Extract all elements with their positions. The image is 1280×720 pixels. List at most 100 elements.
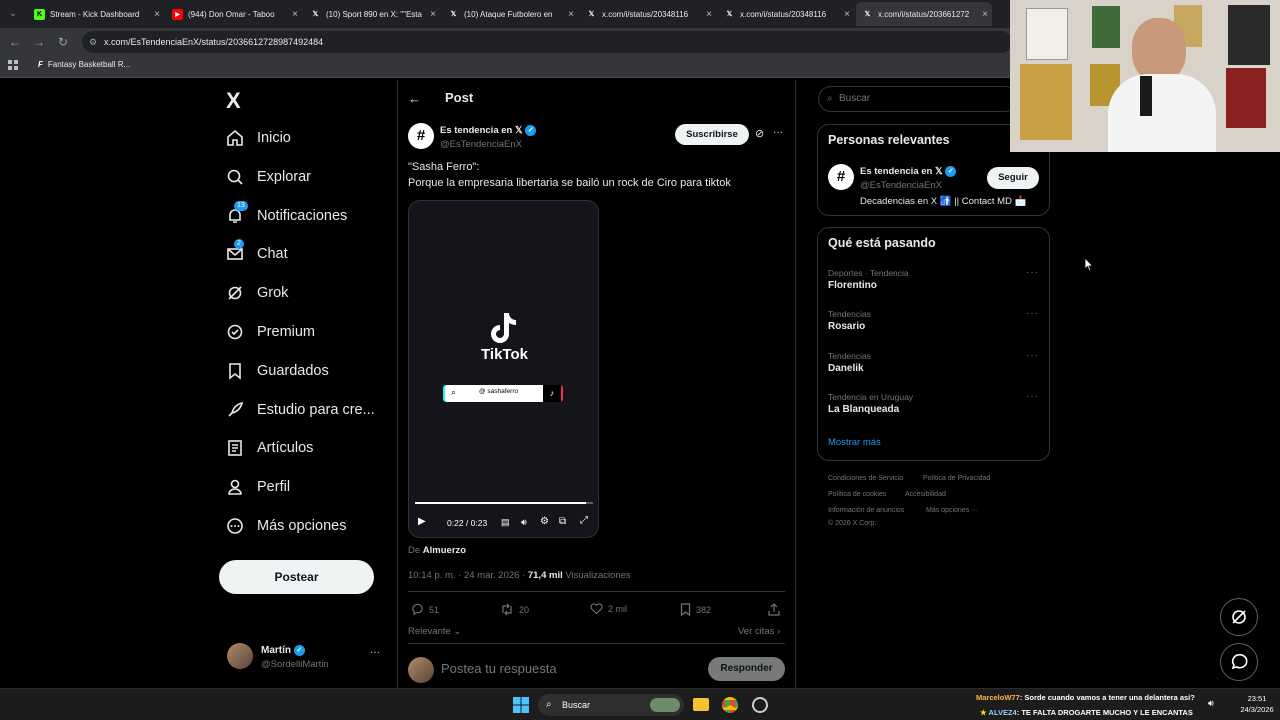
sidebar-item-premium[interactable]: Premium (226, 317, 315, 347)
video-progress-track[interactable] (415, 502, 593, 504)
bookmark-button[interactable]: 382 (680, 603, 711, 616)
trend-more-icon[interactable]: ··· (1026, 391, 1039, 402)
video-player[interactable]: TikTok ⌕ @ sashaferro ♪ ▶ 0:22 / 0:23 ▤ … (408, 200, 599, 538)
person-avatar[interactable]: # (828, 164, 854, 190)
play-icon[interactable]: ▶ (418, 516, 426, 527)
browser-tab[interactable]: 𝕏x.com/i/status/20348116 × (718, 2, 854, 26)
sidebar-item-chat[interactable]: 2 Chat (226, 239, 288, 269)
footer-link[interactable]: Política de Privacidad (923, 475, 990, 482)
sidebar-item-estudio-para-cre[interactable]: Estudio para cre... (226, 395, 375, 425)
sidebar-item-más-opciones[interactable]: Más opciones (226, 511, 346, 541)
account-switcher[interactable]: Martín ✓ @SordelliMartin ··· (227, 643, 387, 673)
post-button[interactable]: Postear (219, 560, 374, 594)
author-name-row[interactable]: Es tendencia en 𝕏 ✓ (440, 125, 537, 136)
apps-grid-icon[interactable] (8, 60, 18, 70)
like-count: 2 mil (608, 604, 628, 614)
repost-button[interactable]: 20 (500, 603, 529, 616)
share-button[interactable] (768, 603, 785, 616)
heart-icon (590, 603, 603, 615)
url-input[interactable]: ⚙ x.com/EsTendenciaEnX/status/2036612728… (82, 31, 1012, 53)
browser-tab[interactable]: ▶ (944) Don Omar - Taboo × (166, 2, 302, 26)
view-quotes-link[interactable]: Ver citas › (738, 626, 780, 637)
footer-link[interactable]: Más opciones ··· (926, 507, 978, 514)
back-icon[interactable]: ← (6, 33, 24, 51)
account-name: Martín (261, 645, 291, 657)
bookmark-icon (680, 603, 691, 616)
volume-icon[interactable]: 🔊︎ (521, 517, 527, 528)
browser-tab[interactable]: 𝕏 (10) Ataque Futbolero en × (442, 2, 578, 26)
browser-tab[interactable]: K Stream - Kick Dashboard × (28, 2, 164, 26)
chrome-icon[interactable] (722, 697, 738, 713)
taskbar-search[interactable]: ⌕ Buscar (538, 694, 684, 716)
site-info-icon[interactable]: ⚙ (89, 31, 97, 53)
grok-icon[interactable]: ⊘ (755, 127, 764, 140)
sidebar-item-grok[interactable]: Grok (226, 278, 288, 308)
follow-button[interactable]: Seguir (987, 167, 1039, 189)
sidebar-item-explorar[interactable]: Explorar (226, 162, 311, 192)
reply-button[interactable]: 51 (411, 603, 439, 616)
like-button[interactable]: 2 mil (590, 603, 627, 615)
x-logo[interactable]: X (226, 88, 241, 114)
grok-floating-button[interactable] (1220, 598, 1258, 636)
fullscreen-icon[interactable]: ⤢ (580, 515, 588, 526)
post-timestamp[interactable]: 10:14 p. m. · 24 mar. 2026 · (408, 570, 525, 581)
settings-icon[interactable]: ⚙ (540, 516, 549, 527)
bookmark-fantasy[interactable]: F Fantasy Basketball R... (38, 60, 130, 69)
tab-title: x.com/i/status/20348116 (740, 9, 827, 19)
author-avatar[interactable]: # (408, 123, 434, 149)
trend-more-icon[interactable]: ··· (1026, 308, 1039, 319)
streamer-head (1132, 18, 1186, 82)
sidebar-item-label: Artículos (257, 440, 314, 457)
tab-search-icon[interactable]: ⌄ (4, 4, 22, 22)
close-icon[interactable]: × (426, 9, 440, 20)
sidebar-item-inicio[interactable]: Inicio (226, 123, 291, 153)
close-icon[interactable]: × (288, 9, 302, 20)
footer-link[interactable]: Condiciones de Servicio (828, 475, 903, 482)
sidebar-item-guardados[interactable]: Guardados (226, 356, 329, 386)
clock[interactable]: 23:51 24/3/2026 (1240, 694, 1274, 714)
captions-icon[interactable]: ▤ (501, 517, 510, 528)
sidebar-item-artículos[interactable]: Artículos (226, 433, 313, 463)
person-name-row[interactable]: Es tendencia en 𝕏 ✓ (860, 166, 957, 177)
mouse-cursor-icon (1084, 257, 1094, 272)
forward-icon[interactable]: → (30, 33, 48, 51)
close-icon[interactable]: × (150, 9, 164, 20)
reply-submit-button[interactable]: Responder (708, 657, 785, 681)
browser-tab[interactable]: 𝕏x.com/i/status/203661272 × (856, 2, 992, 26)
reply-input[interactable]: Postea tu respuesta (441, 661, 557, 676)
reload-icon[interactable]: ↻ (54, 33, 72, 51)
browser-tab[interactable]: 𝕏 (10) Sport 890 en X: ""Esta × (304, 2, 440, 26)
source-name[interactable]: Almuerzo (423, 545, 466, 556)
account-more-icon[interactable]: ··· (370, 647, 380, 658)
trend-more-icon[interactable]: ··· (1026, 350, 1039, 361)
trend-name: Rosario (828, 321, 866, 333)
close-icon[interactable]: × (564, 9, 578, 20)
file-explorer-icon[interactable] (693, 698, 709, 711)
sidebar-item-perfil[interactable]: Perfil (226, 472, 290, 502)
source-row: De Almuerzo (408, 545, 466, 556)
close-icon[interactable]: × (702, 9, 716, 20)
bookmark-label: Fantasy Basketball R... (47, 60, 131, 69)
pip-icon[interactable]: ⧉ (559, 516, 566, 527)
author-handle[interactable]: @EsTendenciaEnX (440, 139, 522, 150)
chat-floating-button[interactable] (1220, 643, 1258, 681)
view-quotes-label: Ver citas (738, 626, 775, 637)
trend-more-icon[interactable]: ··· (1026, 267, 1039, 278)
post-more-icon[interactable]: ··· (773, 127, 783, 138)
footer-link[interactable]: Accesibilidad (905, 491, 946, 498)
footer-link[interactable]: Política de cookies (828, 491, 886, 498)
subscribe-button[interactable]: Suscribirse (675, 124, 749, 145)
close-icon[interactable]: × (978, 9, 992, 20)
volume-icon[interactable]: 🔊︎ (1208, 698, 1214, 709)
search-input[interactable]: ⌕ Buscar (818, 86, 1018, 112)
show-more-link[interactable]: Mostrar más (828, 437, 881, 448)
windows-start-icon[interactable] (513, 697, 529, 713)
close-icon[interactable]: × (840, 9, 854, 20)
back-arrow-icon[interactable]: ← (408, 91, 421, 106)
app-icon[interactable] (752, 697, 768, 713)
browser-tab[interactable]: 𝕏x.com/i/status/20348116 × (580, 2, 716, 26)
sort-dropdown[interactable]: Relevante ⌄ (408, 626, 461, 637)
footer-link[interactable]: Información de anuncios (828, 507, 904, 514)
taskbar-search-label: Buscar (562, 700, 591, 710)
sidebar-item-notificaciones[interactable]: 13 Notificaciones (226, 200, 347, 231)
